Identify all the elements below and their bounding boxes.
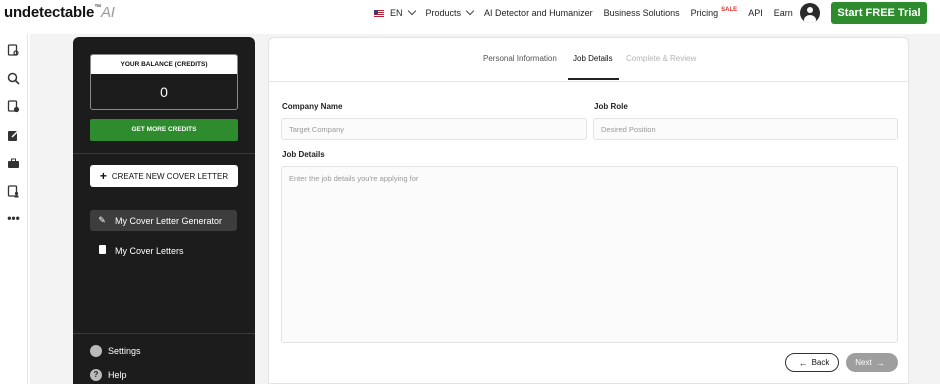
create-new-cover-letter-label: CREATE NEW COVER LETTER	[111, 171, 229, 181]
get-more-credits-button[interactable]: GET MORE CREDITS	[90, 119, 238, 141]
pencil-icon: ✎	[98, 215, 106, 225]
doc-check-icon[interactable]	[7, 100, 20, 113]
arrow-right-icon: →	[875, 357, 885, 368]
nav-api-label: API	[748, 8, 763, 18]
balance-label: YOUR BALANCE (CREDITS)	[91, 55, 237, 74]
job-details-label: Job Details	[282, 150, 325, 159]
step-tabs: Personal Information Job Details Complet…	[269, 38, 908, 82]
help-link[interactable]: ? Help	[90, 369, 127, 381]
sidebar-divider	[73, 153, 255, 154]
nav-links: EN Products AI Detector and Humanizer Bu…	[374, 6, 804, 18]
sidebar-item-cover-letter-generator[interactable]: ✎ My Cover Letter Generator	[90, 210, 237, 231]
user-avatar-icon[interactable]	[800, 3, 820, 23]
doc-user-icon[interactable]	[7, 185, 20, 198]
us-flag-icon	[374, 9, 384, 17]
nav-ai-detector-label: AI Detector and Humanizer	[484, 8, 593, 18]
magnifier-icon[interactable]	[7, 72, 20, 85]
help-icon: ?	[90, 369, 102, 381]
nav-business-solutions[interactable]: Business Solutions	[604, 8, 680, 18]
nav-products-label: Products	[425, 8, 462, 18]
doc-search-icon[interactable]	[7, 44, 20, 57]
top-navigation: undetectable™AI EN Products AI Detector …	[0, 0, 940, 28]
company-name-input[interactable]: Target Company	[281, 118, 587, 140]
tab-job-details[interactable]: Job Details	[568, 54, 619, 80]
back-label: Back	[811, 358, 830, 367]
nav-earn[interactable]: Earn	[774, 8, 793, 18]
sale-badge: SALE	[721, 7, 738, 13]
sidebar-item-label: My Cover Letter Generator	[115, 215, 223, 226]
nav-products[interactable]: Products	[425, 6, 475, 18]
sidebar-divider	[73, 333, 255, 334]
brand-logo[interactable]: undetectable™AI	[4, 4, 115, 21]
start-free-trial-button[interactable]: Start FREE Trial	[831, 2, 927, 24]
sidebar-item-my-cover-letters[interactable]: My Cover Letters	[90, 240, 237, 261]
settings-link[interactable]: Settings	[90, 345, 141, 357]
brand-name: undetectable	[4, 4, 95, 21]
nav-business-label: Business Solutions	[603, 8, 680, 18]
job-role-input[interactable]: Desired Position	[593, 118, 898, 140]
brand-tm: ™	[94, 4, 101, 11]
gear-icon	[90, 345, 102, 357]
job-role-label: Job Role	[594, 102, 628, 111]
company-name-label: Company Name	[282, 102, 343, 111]
next-label: Next	[855, 358, 872, 367]
create-new-cover-letter-button[interactable]: + CREATE NEW COVER LETTER	[90, 165, 238, 187]
nav-api[interactable]: API	[748, 8, 763, 18]
document-icon	[97, 245, 107, 256]
language-selector[interactable]: EN	[374, 6, 416, 18]
sidebar-item-label: My Cover Letters	[115, 245, 184, 256]
arrow-left-icon: ←	[798, 357, 808, 368]
briefcase-icon[interactable]	[7, 157, 20, 170]
balance-value: 0	[160, 84, 168, 100]
job-details-textarea[interactable]: Enter the job details you're applying fo…	[281, 166, 898, 343]
balance-card: YOUR BALANCE (CREDITS) 0	[90, 54, 238, 110]
edit-icon[interactable]	[7, 129, 20, 142]
tab-complete-review: Complete & Review	[626, 54, 697, 63]
next-button[interactable]: Next →	[846, 353, 898, 372]
nav-pricing[interactable]: Pricing SALE	[690, 7, 738, 18]
brand-suffix: AI	[100, 4, 115, 21]
nav-ai-detector[interactable]: AI Detector and Humanizer	[484, 8, 593, 18]
tab-personal-information[interactable]: Personal Information	[483, 54, 557, 63]
job-details-form-card: Personal Information Job Details Complet…	[268, 37, 909, 384]
more-icon[interactable]: •••	[7, 212, 20, 225]
icon-rail: •••	[0, 34, 28, 384]
cover-letter-sidebar: YOUR BALANCE (CREDITS) 0 GET MORE CREDIT…	[73, 37, 255, 384]
back-button[interactable]: ← Back	[785, 353, 839, 372]
settings-label: Settings	[108, 346, 141, 356]
language-label: EN	[390, 8, 403, 18]
chevron-down-icon	[465, 6, 475, 16]
nav-pricing-label: Pricing	[690, 8, 719, 18]
plus-icon: +	[99, 169, 107, 183]
chevron-down-icon	[407, 6, 416, 16]
nav-earn-label: Earn	[773, 8, 793, 18]
help-label: Help	[108, 370, 127, 380]
